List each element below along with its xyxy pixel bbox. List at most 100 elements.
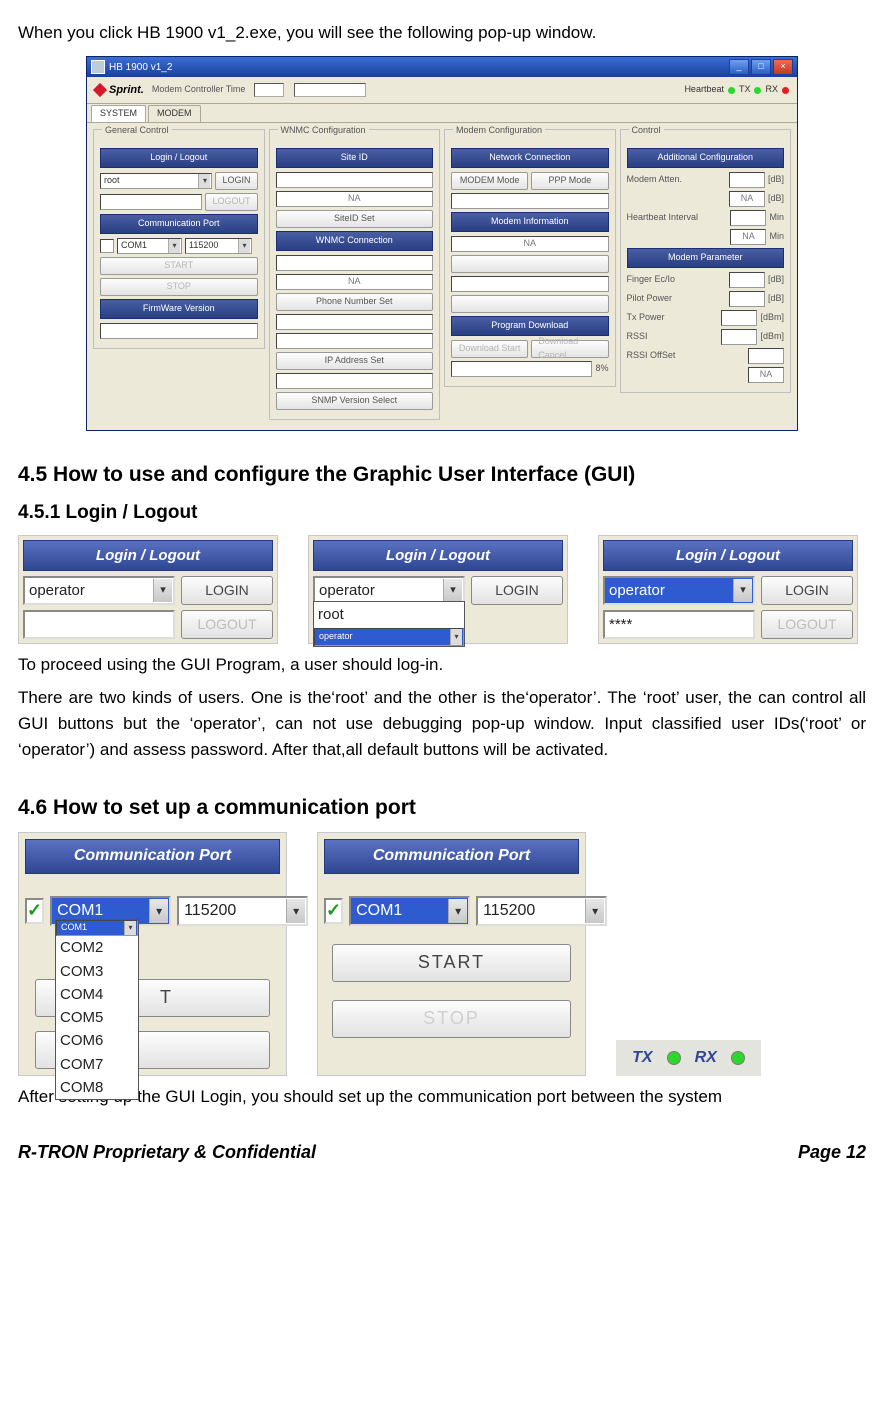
rx-led-icon xyxy=(731,1051,745,1065)
baud-select[interactable]: 115200 xyxy=(177,896,308,926)
logout-button[interactable]: LOGOUT xyxy=(761,610,853,639)
user-select[interactable]: root xyxy=(100,173,212,189)
port-check-icon[interactable] xyxy=(100,239,114,253)
user-select[interactable]: operator xyxy=(603,576,755,605)
unit-dbm: [dBm] xyxy=(760,311,784,325)
tab-system[interactable]: SYSTEM xyxy=(91,105,146,122)
com-select[interactable]: COM1 xyxy=(349,896,470,926)
commport-header: Communication Port xyxy=(100,214,258,234)
com-option[interactable]: COM1 xyxy=(56,920,138,936)
modem-atten-na: NA xyxy=(729,191,765,207)
login-button[interactable]: LOGIN xyxy=(471,576,563,605)
phone-input[interactable] xyxy=(276,255,434,271)
baud-select[interactable]: 115200 xyxy=(185,238,252,254)
rssi-offset-value[interactable] xyxy=(748,348,784,364)
modem-info-button[interactable] xyxy=(451,255,609,273)
tab-modem[interactable]: MODEM xyxy=(148,105,201,122)
modem-config-group: Modem Configuration Network Connection M… xyxy=(444,129,616,387)
login-panel-header: Login / Logout xyxy=(313,540,563,571)
minimize-button[interactable]: _ xyxy=(729,59,749,75)
snmp-value xyxy=(276,373,434,389)
progress-bar xyxy=(451,361,592,377)
start-button[interactable]: START xyxy=(332,944,571,982)
rssi-value xyxy=(721,329,757,345)
logout-button[interactable]: LOGOUT xyxy=(181,610,273,639)
heartbeat-led-icon xyxy=(728,87,735,94)
user-select[interactable]: operator xyxy=(23,576,175,605)
close-button[interactable]: × xyxy=(773,59,793,75)
section-4-6-heading: 4.6 How to set up a communication port xyxy=(18,792,866,825)
login-button[interactable]: LOGIN xyxy=(761,576,853,605)
group-label: WNMC Configuration xyxy=(278,124,369,138)
baud-select[interactable]: 115200 xyxy=(476,896,607,926)
rssi-offset-label: RSSI OffSet xyxy=(627,349,746,363)
stop-button[interactable]: STOP xyxy=(332,1000,571,1038)
login-panel-1: Login / Logout operator LOGIN LOGOUT xyxy=(18,535,278,644)
rx-label: RX xyxy=(695,1046,717,1071)
phone-set-button[interactable]: Phone Number Set xyxy=(276,293,434,311)
user-dropdown-list: root operator xyxy=(313,601,465,646)
port-check-icon[interactable]: ✓ xyxy=(324,898,343,924)
footer-left: R-TRON Proprietary & Confidential xyxy=(18,1139,316,1167)
ip-set-button[interactable]: IP Address Set xyxy=(276,352,434,370)
start-button[interactable]: START xyxy=(100,257,258,275)
modem-info-button2[interactable] xyxy=(451,295,609,313)
ip-value xyxy=(276,333,434,349)
unit-min: Min xyxy=(769,211,784,225)
sprint-logo: Sprint. xyxy=(95,82,144,99)
app-icon xyxy=(91,60,105,74)
com-option[interactable]: COM7 xyxy=(56,1053,138,1076)
pilot-power-value xyxy=(729,291,765,307)
snmp-select-button[interactable]: SNMP Version Select xyxy=(276,392,434,410)
unit-db: [dB] xyxy=(768,192,784,206)
rx-led-icon xyxy=(782,87,789,94)
user-option-root[interactable]: root xyxy=(314,602,464,627)
login-button[interactable]: LOGIN xyxy=(181,576,273,605)
finger-ecio-label: Finger Ec/Io xyxy=(627,273,726,287)
hb-interval-label: Heartbeat Interval xyxy=(627,211,728,225)
section-4-5-heading: 4.5 How to use and configure the Graphic… xyxy=(18,459,866,492)
brandbar: Sprint. Modem Controller Time Heartbeat … xyxy=(87,77,797,104)
rssi-offset-na: NA xyxy=(748,367,784,383)
section-4-5-1-heading: 4.5.1 Login / Logout xyxy=(18,498,866,527)
fw-header: FirmWare Version xyxy=(100,299,258,319)
com-option[interactable]: COM5 xyxy=(56,1006,138,1029)
app-window: HB 1900 v1_2 _ □ × Sprint. Modem Control… xyxy=(86,56,798,431)
hb-interval-value[interactable] xyxy=(730,210,766,226)
maximize-button[interactable]: □ xyxy=(751,59,771,75)
com-option[interactable]: COM2 xyxy=(56,936,138,959)
user-option-operator[interactable]: operator xyxy=(314,628,464,646)
progress-label: 8% xyxy=(595,362,608,376)
time-box xyxy=(294,83,366,97)
password-input[interactable] xyxy=(100,194,202,210)
password-input[interactable]: **** xyxy=(603,610,755,639)
tx-power-value xyxy=(721,310,757,326)
ip-input[interactable] xyxy=(276,314,434,330)
logout-button[interactable]: LOGOUT xyxy=(205,193,257,211)
ppp-mode-button[interactable]: PPP Mode xyxy=(531,172,608,190)
modem-mode-button[interactable]: MODEM Mode xyxy=(451,172,528,190)
com-option[interactable]: COM8 xyxy=(56,1076,138,1099)
commport-header: Communication Port xyxy=(324,839,579,874)
port-check-icon[interactable]: ✓ xyxy=(25,898,44,924)
download-cancel-button[interactable]: Download Cancel xyxy=(531,340,608,358)
com-option[interactable]: COM6 xyxy=(56,1029,138,1052)
tx-led-icon xyxy=(667,1051,681,1065)
modem-atten-value[interactable] xyxy=(729,172,765,188)
com-select[interactable]: COM1 xyxy=(117,238,182,254)
modeminfo-value xyxy=(451,276,609,292)
stop-button[interactable]: STOP xyxy=(100,278,258,296)
fw-value xyxy=(100,323,258,339)
siteid-set-button[interactable]: SiteID Set xyxy=(276,210,434,228)
control-group: Control Additional Configuration Modem A… xyxy=(620,129,792,393)
com-option[interactable]: COM3 xyxy=(56,960,138,983)
com-option[interactable]: COM4 xyxy=(56,983,138,1006)
titlebar: HB 1900 v1_2 _ □ × xyxy=(87,57,797,77)
download-start-button[interactable]: Download Start xyxy=(451,340,528,358)
password-input[interactable] xyxy=(23,610,175,639)
login-button[interactable]: LOGIN xyxy=(215,172,257,190)
siteid-input[interactable] xyxy=(276,172,434,188)
unit-dbm: [dBm] xyxy=(760,330,784,344)
commport-header: Communication Port xyxy=(25,839,280,874)
unit-db: [dB] xyxy=(768,173,784,187)
